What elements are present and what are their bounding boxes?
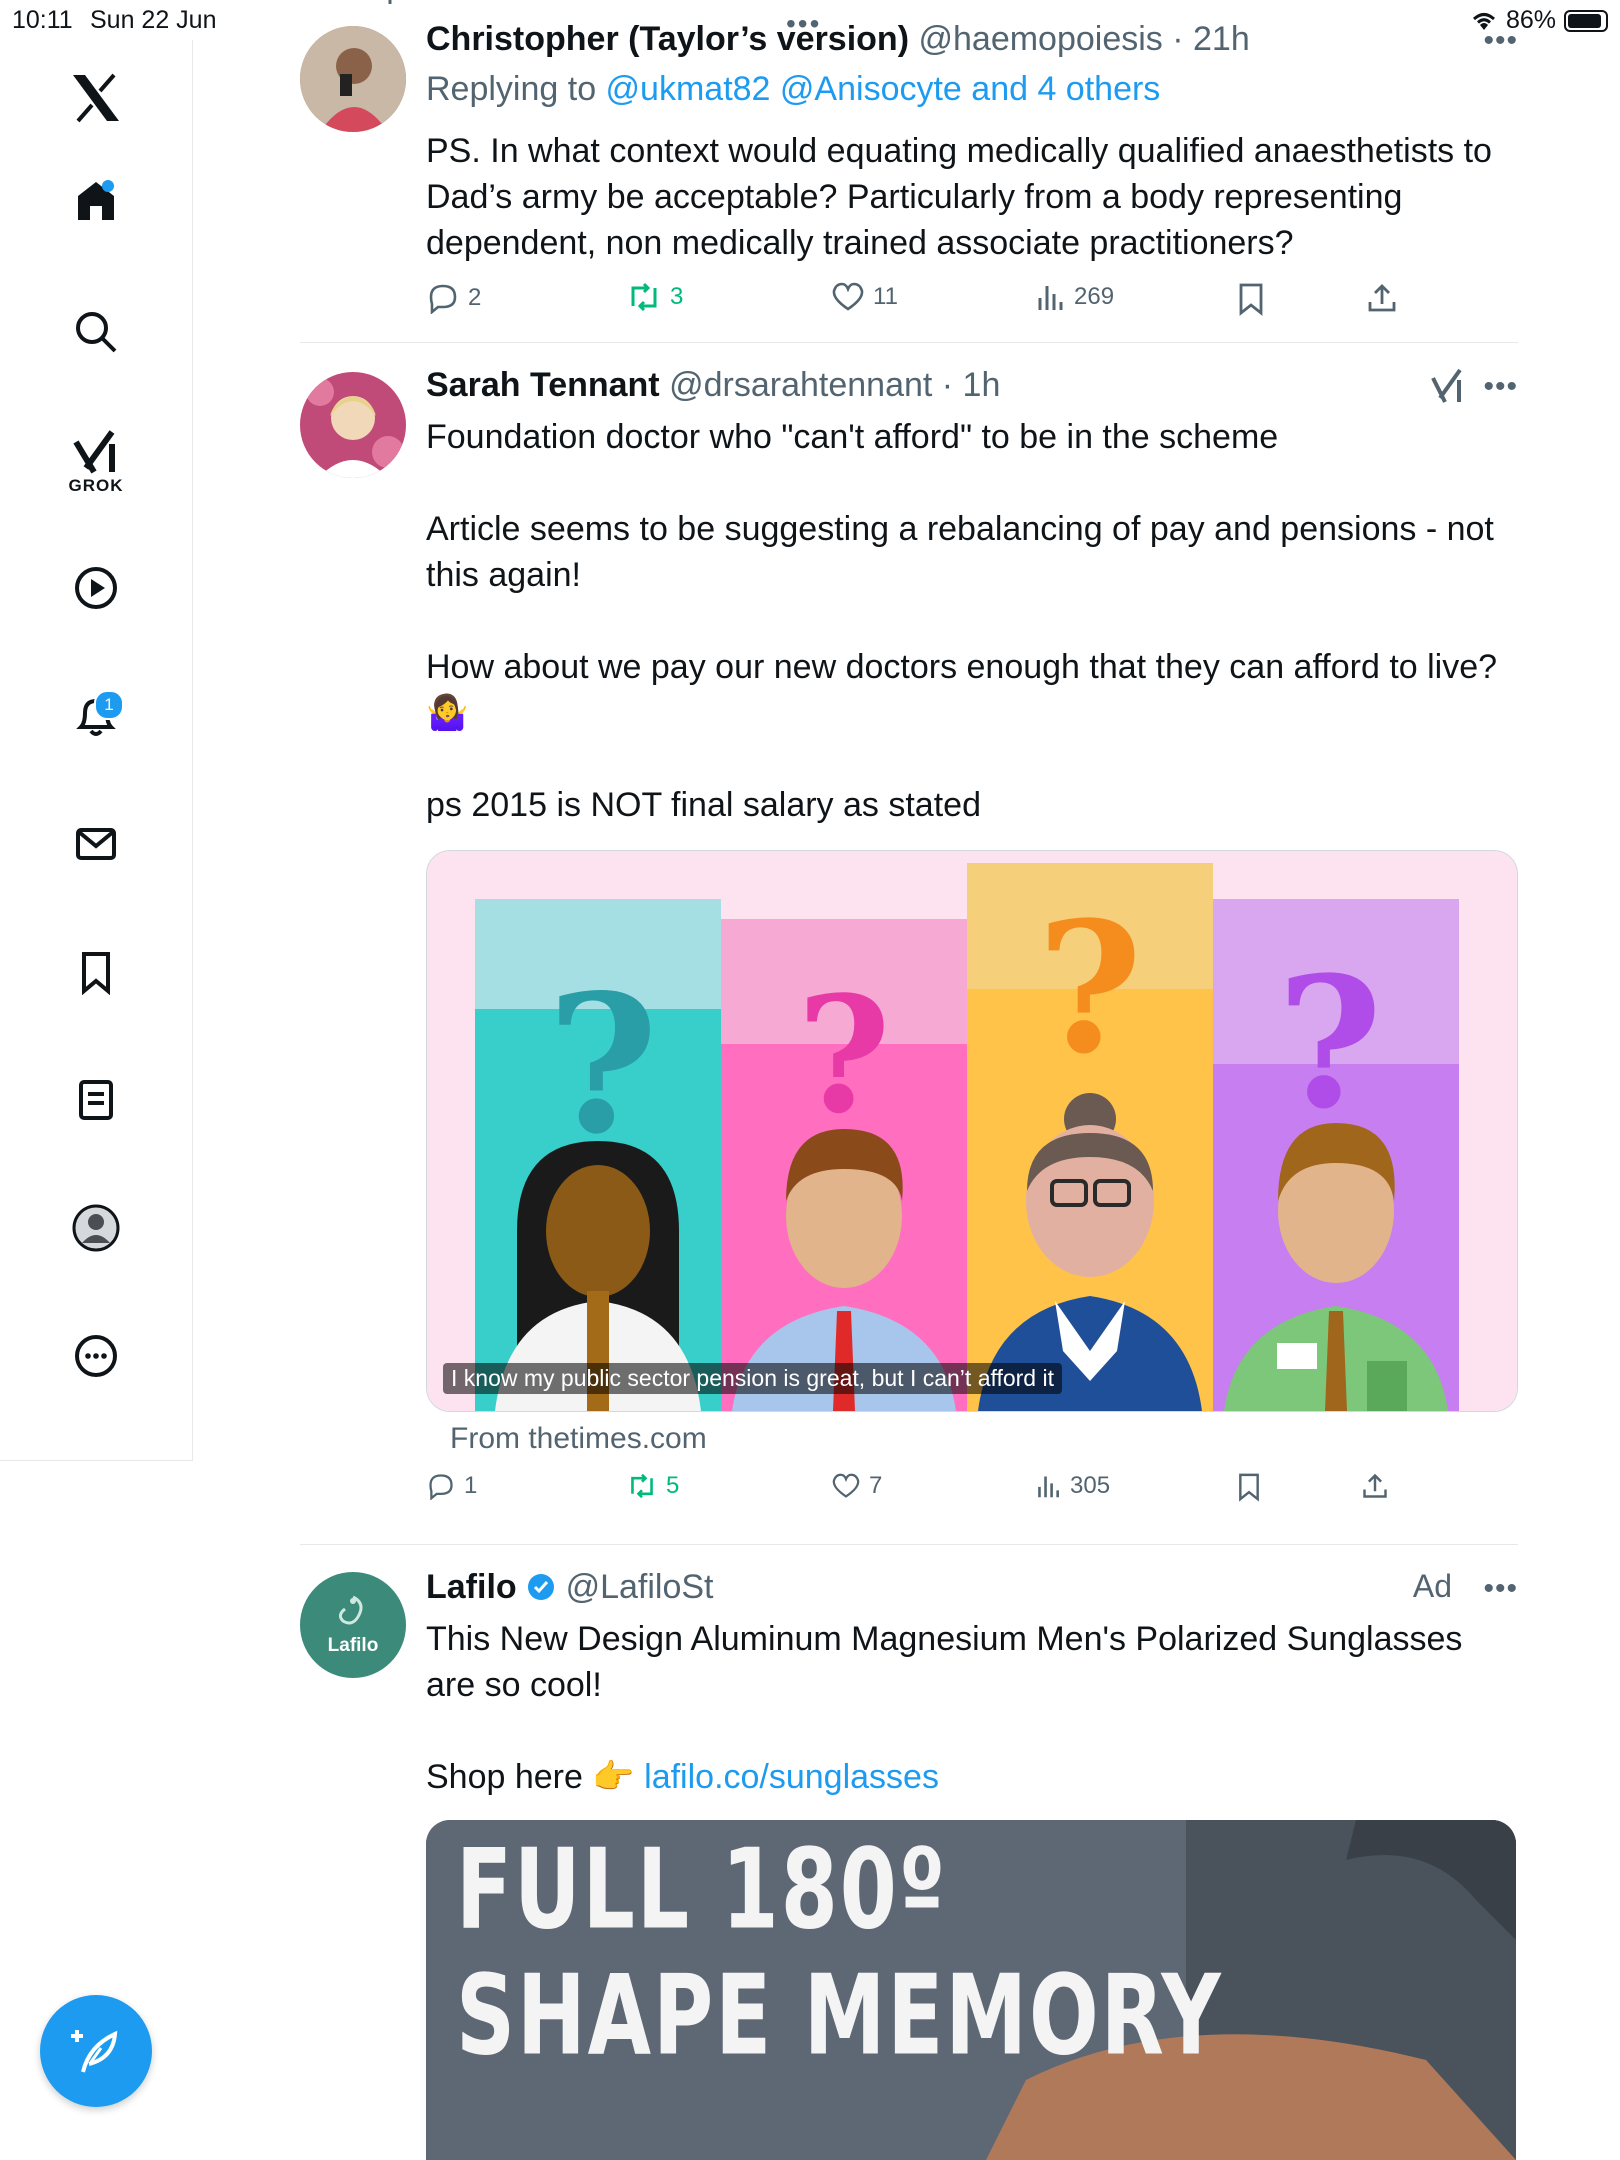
- search-icon[interactable]: [66, 302, 126, 362]
- post-paragraph: How about we pay our new doctors enough …: [426, 648, 1498, 686]
- post-more-icon[interactable]: •••: [1483, 370, 1518, 404]
- author-handle[interactable]: @LafiloSt: [566, 1568, 714, 1606]
- views-icon: [1038, 286, 1063, 310]
- repost-indicator: [386, 0, 416, 17]
- share-button[interactable]: [1366, 282, 1398, 314]
- bookmark-icon: [1239, 1473, 1259, 1502]
- post-text: This New Design Aluminum Magnesium Men's…: [426, 1620, 1463, 1704]
- divider: [300, 342, 1518, 343]
- author-name[interactable]: Sarah Tennant: [426, 366, 660, 404]
- link-card-image[interactable]: ? ? ? ? I know my public sector pension …: [426, 850, 1518, 1412]
- repost-icon: [631, 282, 657, 312]
- like-button[interactable]: 7: [831, 1472, 882, 1500]
- reply-button[interactable]: 1: [426, 1472, 477, 1500]
- reply-count: 2: [468, 284, 482, 311]
- repost-button[interactable]: 5: [626, 1472, 679, 1500]
- like-count: 11: [873, 283, 898, 310]
- lafilo-logo-icon: [338, 1595, 363, 1625]
- grok-label: GROK: [68, 476, 124, 495]
- home-icon[interactable]: [66, 170, 126, 230]
- post-actions: 2 3 11 269: [426, 282, 1426, 322]
- post-paragraph: Foundation doctor who "can't afford" to …: [426, 418, 1279, 456]
- status-date: Sun 22 Jun: [90, 6, 217, 34]
- reply-prefix: Replying to: [426, 70, 606, 108]
- share-icon: [1363, 1473, 1387, 1498]
- messages-icon[interactable]: [66, 814, 126, 874]
- battery-icon: [1564, 9, 1608, 32]
- author-name[interactable]: Christopher (Taylor’s version): [426, 20, 909, 58]
- heart-icon: [832, 282, 864, 311]
- share-icon: [1368, 284, 1396, 312]
- notifications-badge: 1: [94, 690, 124, 720]
- shop-link[interactable]: lafilo.co/sunglasses: [644, 1758, 939, 1796]
- shrug-emoji: 🤷‍♀️: [426, 694, 469, 732]
- grok-icon[interactable]: [1430, 368, 1464, 409]
- compose-post-button[interactable]: [40, 1995, 152, 2107]
- status-time: 10:11: [12, 6, 73, 34]
- ad-label: Ad: [1412, 1568, 1452, 1604]
- profile-icon[interactable]: [66, 1198, 126, 1258]
- post-time: · 1h: [941, 366, 1001, 404]
- reply-count: 1: [464, 1472, 478, 1499]
- views-count: 269: [1074, 283, 1115, 310]
- svg-text:?: ?: [797, 961, 891, 1149]
- grok-icon[interactable]: [66, 422, 126, 482]
- post-paragraph: ps 2015 is NOT final salary as stated: [426, 786, 981, 824]
- views-button[interactable]: 305: [1036, 1472, 1110, 1500]
- svg-text:?: ?: [1277, 938, 1382, 1149]
- heart-icon: [832, 1473, 860, 1498]
- ad-video-headline: SHAPE MEMORY: [456, 1952, 1223, 2081]
- post-more-icon[interactable]: •••: [1483, 24, 1518, 58]
- post-paragraph: Article seems to be suggesting a rebalan…: [426, 510, 1494, 594]
- like-button[interactable]: 11: [831, 282, 898, 312]
- bookmarks-icon[interactable]: [66, 942, 126, 1002]
- ad-video[interactable]: FULL 180º SHAPE MEMORY: [426, 1820, 1516, 2160]
- repost-button[interactable]: 3: [626, 282, 683, 312]
- pension-illustration: ? ? ? ?: [427, 851, 1517, 1411]
- post-text: PS. In what context would equating medic…: [426, 132, 1492, 262]
- video-icon[interactable]: [66, 558, 126, 618]
- post-text: Foundation doctor who "can't afford" to …: [426, 414, 1516, 828]
- repost-icon: [631, 1473, 653, 1499]
- notifications-icon[interactable]: 1: [66, 686, 126, 746]
- home-unread-dot: [102, 180, 114, 192]
- post-time: · 21h: [1172, 20, 1250, 58]
- more-options-icon[interactable]: [66, 1326, 126, 1386]
- avatar[interactable]: [300, 372, 406, 478]
- bookmark-button[interactable]: [1236, 1472, 1262, 1502]
- reply-to-link[interactable]: @ukmat82 @Anisocyte and 4 others: [606, 70, 1161, 108]
- avatar[interactable]: Lafilo: [300, 1572, 406, 1678]
- repost-count: 5: [666, 1472, 680, 1499]
- author-handle[interactable]: @drsarahtennant: [669, 366, 932, 404]
- bookmark-icon: [1239, 283, 1263, 316]
- ad-video-headline: FULL 180º: [456, 1826, 948, 1955]
- image-caption: I know my public sector pension is great…: [443, 1363, 1062, 1394]
- divider: [300, 1544, 1518, 1545]
- svg-text:?: ?: [1037, 883, 1142, 1094]
- sidebar-nav: GROK 1: [0, 40, 193, 1461]
- share-button[interactable]: [1361, 1472, 1389, 1500]
- post-more-icon[interactable]: •••: [1483, 1572, 1518, 1606]
- feather-plus-icon: [71, 2030, 118, 2073]
- avatar[interactable]: [300, 26, 406, 132]
- author-handle[interactable]: @haemopoiesis: [918, 20, 1162, 58]
- author-name[interactable]: Lafilo: [426, 1568, 517, 1606]
- views-button[interactable]: 269: [1036, 282, 1114, 312]
- reply-button[interactable]: 2: [426, 282, 481, 314]
- bookmark-button[interactable]: [1236, 282, 1266, 316]
- lists-icon[interactable]: [66, 1070, 126, 1130]
- shop-prefix: Shop here 👉: [426, 1758, 645, 1796]
- like-count: 7: [869, 1472, 883, 1499]
- verified-badge-icon: [528, 1574, 555, 1600]
- views-icon: [1038, 1476, 1059, 1498]
- link-source[interactable]: From thetimes.com: [450, 1422, 707, 1456]
- reply-icon: [429, 1474, 453, 1500]
- reply-icon: [429, 284, 457, 314]
- avatar-label: Lafilo: [327, 1635, 379, 1656]
- post-actions: 1 5 7 305: [426, 1472, 1426, 1512]
- views-count: 305: [1070, 1472, 1111, 1499]
- x-logo-icon[interactable]: [66, 68, 126, 128]
- repost-count: 3: [670, 283, 684, 310]
